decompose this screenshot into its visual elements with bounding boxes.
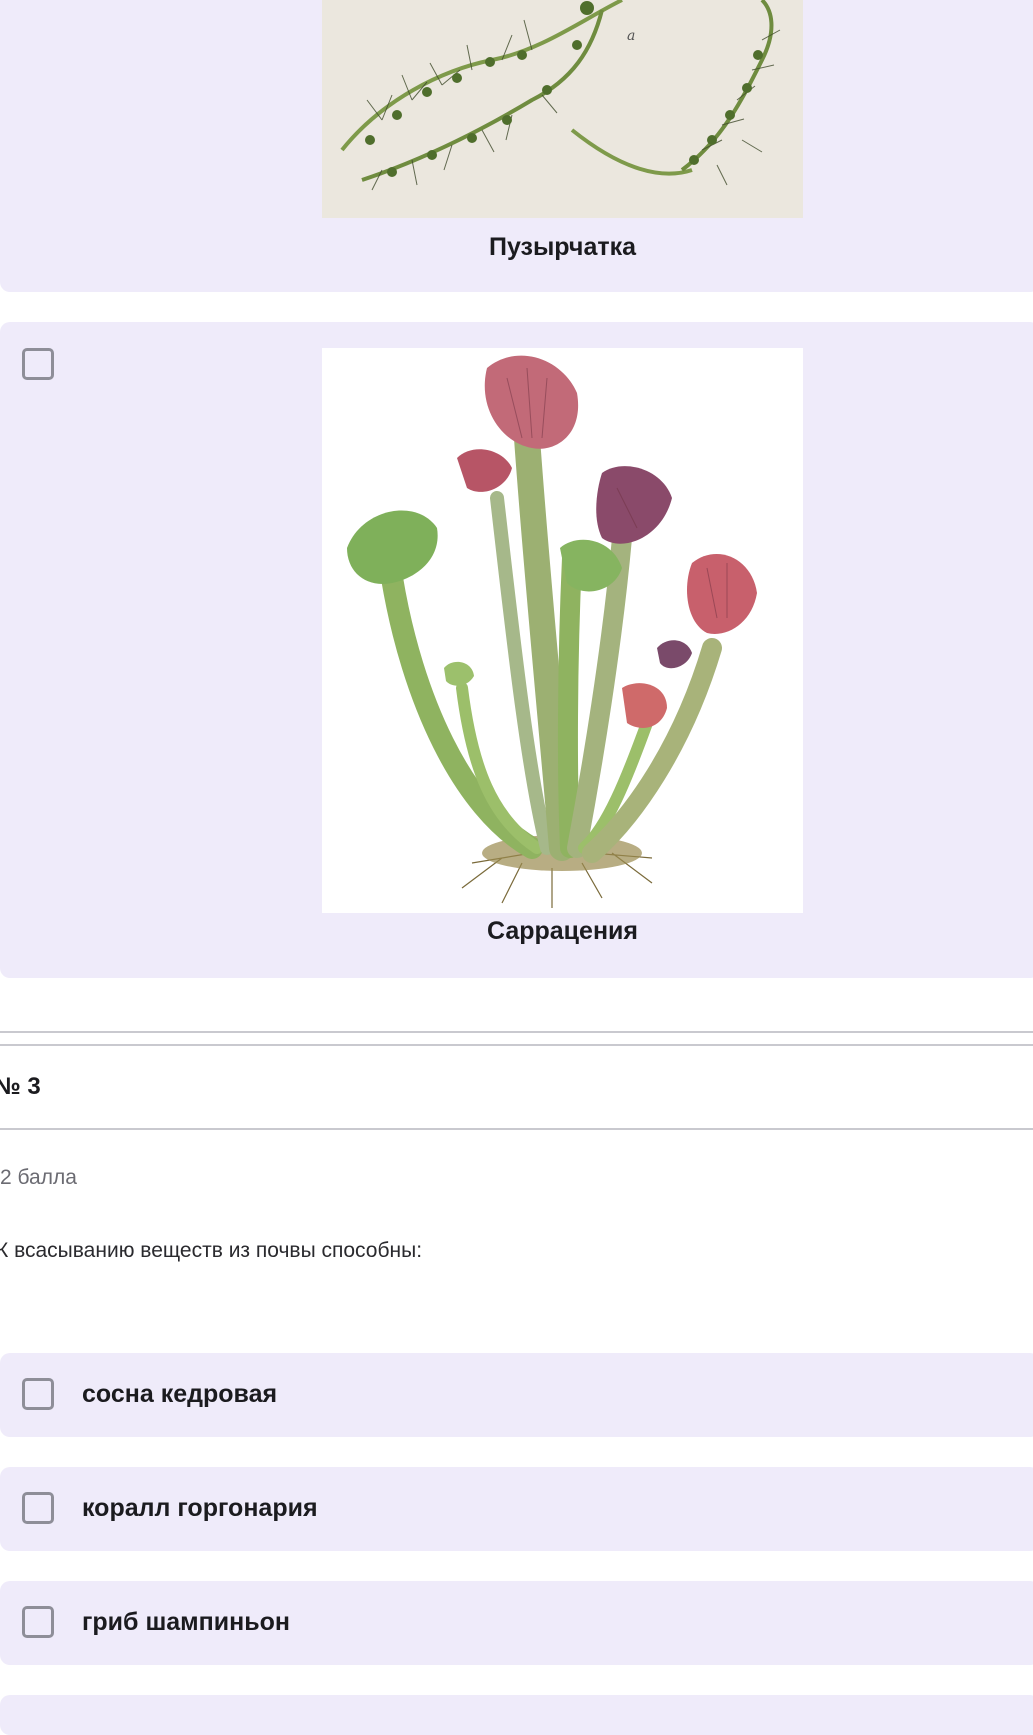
option-card[interactable]: сосна кедровая bbox=[0, 1353, 1033, 1437]
checkbox[interactable] bbox=[22, 348, 54, 380]
question-points: 2 балла bbox=[0, 1166, 77, 1189]
question-divider bbox=[0, 1128, 1033, 1130]
answer-caption: Пузырчатка bbox=[488, 233, 637, 261]
option-card[interactable]: гриб шампиньон bbox=[0, 1581, 1033, 1665]
question-number: № 3 bbox=[0, 1073, 41, 1100]
section-divider bbox=[0, 1044, 1033, 1046]
answer-caption: Саррацения bbox=[486, 917, 639, 945]
option-label: коралл горгонария bbox=[82, 1494, 318, 1522]
option-label: сосна кедровая bbox=[82, 1380, 278, 1408]
svg-text:a: a bbox=[627, 28, 635, 44]
option-label: гриб шампиньон bbox=[82, 1608, 290, 1636]
checkbox[interactable] bbox=[22, 1606, 54, 1638]
question-text: К всасыванию веществ из почвы способны: bbox=[0, 1239, 423, 1262]
sarracenia-image bbox=[322, 348, 803, 913]
section-divider bbox=[0, 1031, 1033, 1033]
checkbox[interactable] bbox=[22, 1378, 54, 1410]
answer-card-sarracenia[interactable]: Саррацения bbox=[0, 322, 1033, 978]
answer-card-bladderwort[interactable]: a Пузырчатка bbox=[0, 0, 1033, 292]
checkbox[interactable] bbox=[22, 1492, 54, 1524]
bladderwort-image: a bbox=[322, 0, 803, 218]
option-card[interactable]: коралл горгонария bbox=[0, 1467, 1033, 1551]
option-card-partial[interactable] bbox=[0, 1695, 1033, 1735]
